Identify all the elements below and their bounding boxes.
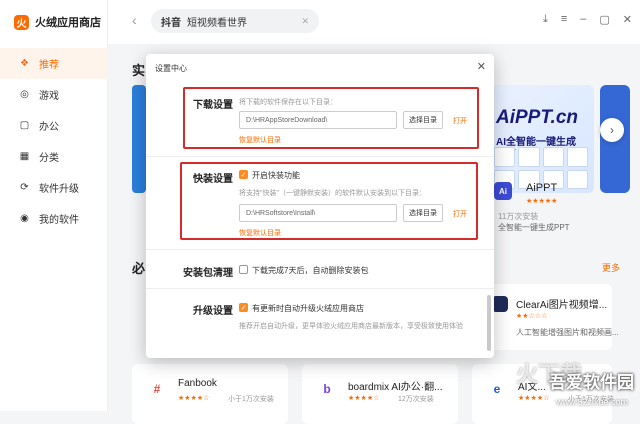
package-cleanup-label: 安装包清理 [183,268,233,279]
more-link[interactable]: 更多 [602,261,620,274]
clearai-logo-icon [492,296,508,312]
dialog-scrollbar[interactable] [487,295,491,351]
watermark-text: 吾爱软件园 [549,373,634,392]
section-title: 实 [132,63,146,78]
recommend-icon: ❖ [20,58,29,69]
sidebar-item-label: 分类 [39,153,59,164]
divider [146,249,494,250]
auto-upgrade-checkbox[interactable]: ✓ [239,303,248,312]
boardmix-logo-icon: b [323,382,331,396]
install-count: 12万次安装 [398,396,434,403]
install-count: 11万次安装 [498,212,539,221]
close-icon[interactable]: ✕ [477,60,486,73]
app-name: ClearAi图片视频增... [516,300,608,311]
search-text: 短视频看世界 [187,17,247,29]
sidebar-item-categories[interactable]: ▦ 分类 [0,141,108,172]
divider [146,288,494,289]
section-title: 必 [132,261,146,276]
sidebar-item-label: 我的软件 [39,215,79,226]
sidebar-item-office[interactable]: ▢ 办公 [0,110,108,141]
highlight-box [183,87,479,149]
app-name: boardmix AI办公·翻... [348,382,443,393]
top-bar: ‹ 抖音 短视频看世界 ✕ ⤓ ≡ – ▢ ✕ [108,0,640,44]
sidebar-nav: ❖ 推荐 ◎ 游戏 ▢ 办公 ▦ 分类 ⟳ 软件升级 ◉ 我的软件 [0,48,108,234]
maximize-icon[interactable]: ▢ [599,13,609,26]
back-icon[interactable]: ‹ [132,12,137,28]
user-icon: ◉ [20,213,29,224]
close-window-icon[interactable]: ✕ [623,13,632,26]
download-icon[interactable]: ⤓ [543,13,548,26]
settings-dialog: 设置中心 ✕ 下载设置 将下载的软件保存在以下目录： D:\HRAppStore… [146,54,494,358]
auto-delete-checkbox[interactable] [239,265,248,274]
app-card[interactable]: ClearAi图片视频增... ★★☆☆☆ 人工智能增强图片和视频画... [486,284,619,350]
grid-icon: ▦ [19,151,30,162]
app-description: 人工智能增强图片和视频画... [516,328,619,337]
app-description: 全智能一键生成PPT [498,223,570,232]
auto-delete-checkbox-label: 下载完成7天后，自动删除安装包 [252,266,369,275]
install-count: 小于1万次安装 [228,396,274,403]
banner-card[interactable] [132,85,146,193]
site-watermark: 火下载 吾爱软件园 www.52zixue.com [516,357,634,407]
sidebar-item-games[interactable]: ◎ 游戏 [0,79,108,110]
gamepad-icon: ◎ [20,89,29,100]
sidebar-item-my-software[interactable]: ◉ 我的软件 [0,203,108,234]
app-logo-icon: e [493,382,501,396]
divider [146,156,494,157]
search-input[interactable]: 抖音 短视频看世界 ✕ [151,9,319,33]
rating-stars: ★★★★★ [526,198,558,205]
auto-upgrade-checkbox-label: 有更新时自动升级火绒应用商店 [252,304,364,313]
briefcase-icon: ▢ [19,120,30,131]
sidebar-item-label: 办公 [39,122,59,133]
rating-stars: ★★★★☆ [348,395,380,402]
sidebar-item-label: 软件升级 [39,184,79,195]
dialog-title: 设置中心 [155,64,187,73]
sidebar: 火 火绒应用商店 ❖ 推荐 ◎ 游戏 ▢ 办公 ▦ 分类 ⟳ 软件升级 ◉ 我的… [0,0,108,411]
app-card[interactable]: # Fanbook ★★★★☆ 小于1万次安装 [132,364,288,424]
clear-search-icon[interactable]: ✕ [301,16,309,27]
app-brand: 火 火绒应用商店 [14,14,101,30]
sidebar-item-upgrade[interactable]: ⟳ 软件升级 [0,172,108,203]
watermark-url: www.52zixue.com [555,397,628,407]
sidebar-item-label: 游戏 [39,91,59,102]
menu-icon[interactable]: ≡ [561,13,567,26]
next-arrow-icon[interactable]: › [600,118,624,142]
rating-stars: ★★★★☆ [178,395,210,402]
window-controls: ⤓ ≡ – ▢ ✕ [543,13,632,26]
aippt-banner[interactable]: AiPPT.cn AI全智能一键生成PPT [486,85,594,193]
app-name: Fanbook [178,378,217,389]
app-card[interactable]: b boardmix AI办公·翻... ★★★★☆ 12万次安装 [302,364,458,424]
aippt-logo-icon: Ai [494,182,512,200]
upgrade-icon: ⟳ [20,182,29,193]
app-name[interactable]: AiPPT [526,182,557,194]
app-title: 火绒应用商店 [35,17,101,29]
search-keyword: 抖音 [161,17,181,29]
auto-upgrade-hint: 推荐开启自动升级，更早体验火绒应用商店最新版本，享受极致使用体验 [239,323,463,330]
upgrade-settings-label: 升级设置 [193,306,233,317]
minimize-icon[interactable]: – [580,13,586,26]
highlight-box [180,162,478,240]
rating-stars: ★★☆☆☆ [516,313,548,320]
fanbook-logo-icon: # [153,382,161,396]
sidebar-item-recommend[interactable]: ❖ 推荐 [0,48,108,79]
app-logo-icon: 火 [14,14,29,30]
sidebar-item-label: 推荐 [39,60,59,71]
banner-title: AiPPT.cn [496,107,578,128]
